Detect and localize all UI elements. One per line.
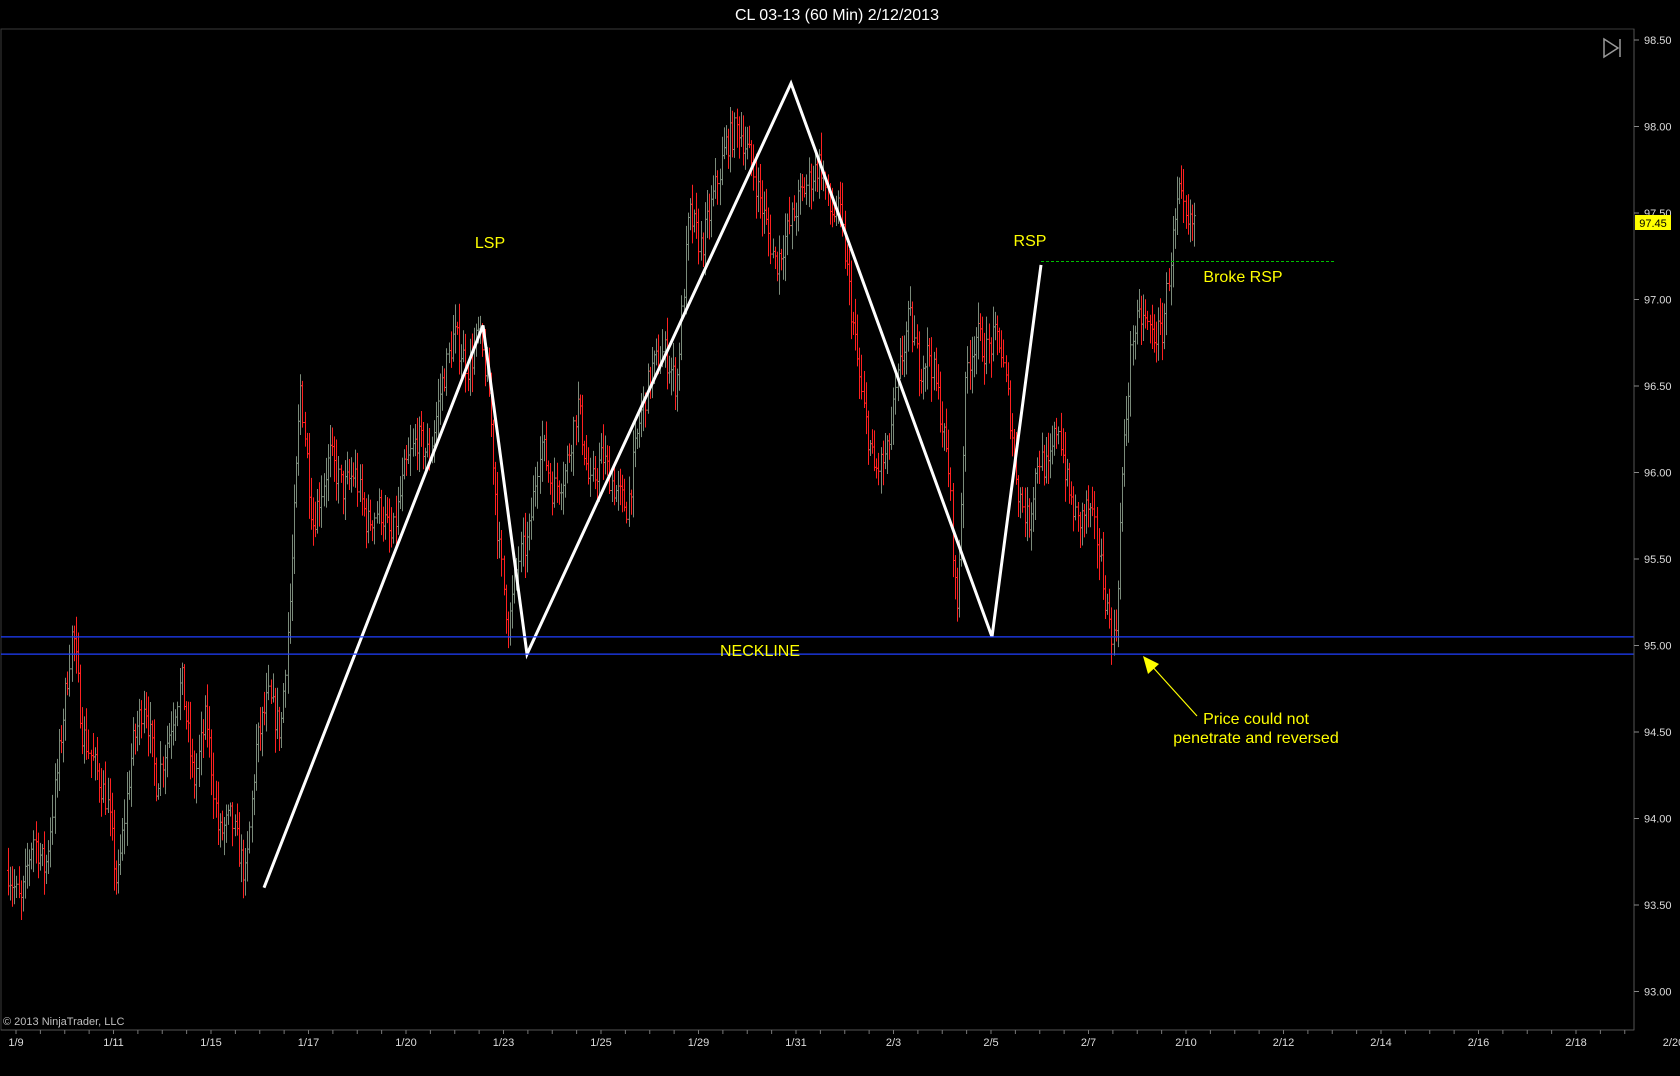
x-tick-label: 2/14 — [1370, 1037, 1391, 1049]
y-axis: 93.00 93.50 94.00 94.50 95.00 95.50 96.00 96.50… — [1633, 29, 1672, 1030]
x-tick-label: 2/12 — [1273, 1037, 1294, 1049]
x-tick-label: 1/29 — [688, 1037, 709, 1049]
x-tick-label: 1/31 — [785, 1037, 806, 1049]
play-to-end-icon[interactable] — [1600, 36, 1624, 60]
x-tick-label: 1/15 — [200, 1037, 221, 1049]
y-tick-label: 96.00 — [1644, 468, 1672, 480]
annotation-rsp: RSP — [1014, 233, 1047, 250]
copyright-text: © 2013 NinjaTrader, LLC — [3, 1016, 125, 1028]
x-axis: 1/9 1/11 1/15 1/17 1/20 1/23 1/25 1/29 1/31 2/3 2/… — [1, 1029, 1680, 1049]
y-tick-label: 93.00 — [1644, 987, 1672, 999]
y-tick-label: 96.50 — [1644, 381, 1672, 393]
chart-title: CL 03-13 (60 Min) 2/12/2013 — [735, 7, 939, 24]
price-tag-label: 97.45 — [1639, 218, 1667, 230]
y-tick-label: 97.00 — [1644, 295, 1672, 307]
x-tick-label: 2/16 — [1468, 1037, 1489, 1049]
x-tick-label: 1/17 — [298, 1037, 319, 1049]
price-tag: 97.45 — [1635, 215, 1671, 230]
y-tick-label: 98.00 — [1644, 122, 1672, 134]
x-tick-label: 1/25 — [590, 1037, 611, 1049]
x-tick-label: 2/5 — [983, 1037, 998, 1049]
x-tick-label: 1/9 — [8, 1037, 23, 1049]
annotation-lsp: LSP — [475, 235, 505, 252]
annotation-broke-rsp: Broke RSP — [1203, 269, 1282, 286]
x-tick-label: 2/18 — [1565, 1037, 1586, 1049]
x-tick-label: 2/10 — [1175, 1037, 1196, 1049]
y-tick-label: 93.50 — [1644, 900, 1672, 912]
annotation-reversal-line1: Price could not — [1203, 711, 1309, 728]
x-tick-label: 2/7 — [1081, 1037, 1096, 1049]
annotation-reversal-line2: penetrate and reversed — [1173, 730, 1338, 747]
y-tick-label: 95.50 — [1644, 554, 1672, 566]
annotation-neckline: NECKLINE — [720, 643, 800, 660]
x-tick-label: 2/3 — [886, 1037, 901, 1049]
x-tick-label: 1/23 — [493, 1037, 514, 1049]
price-chart: CL 03-13 (60 Min) 2/12/2013 LSP RSP NECKLI… — [0, 7, 1680, 1049]
y-tick-label: 94.50 — [1644, 727, 1672, 739]
y-tick-label: 94.00 — [1644, 814, 1672, 826]
x-tick-label: 2/20 — [1663, 1037, 1680, 1049]
y-tick-label: 95.00 — [1644, 641, 1672, 653]
x-tick-label: 1/11 — [103, 1037, 124, 1049]
y-tick-label: 98.50 — [1644, 35, 1672, 47]
x-tick-label: 1/20 — [395, 1037, 416, 1049]
